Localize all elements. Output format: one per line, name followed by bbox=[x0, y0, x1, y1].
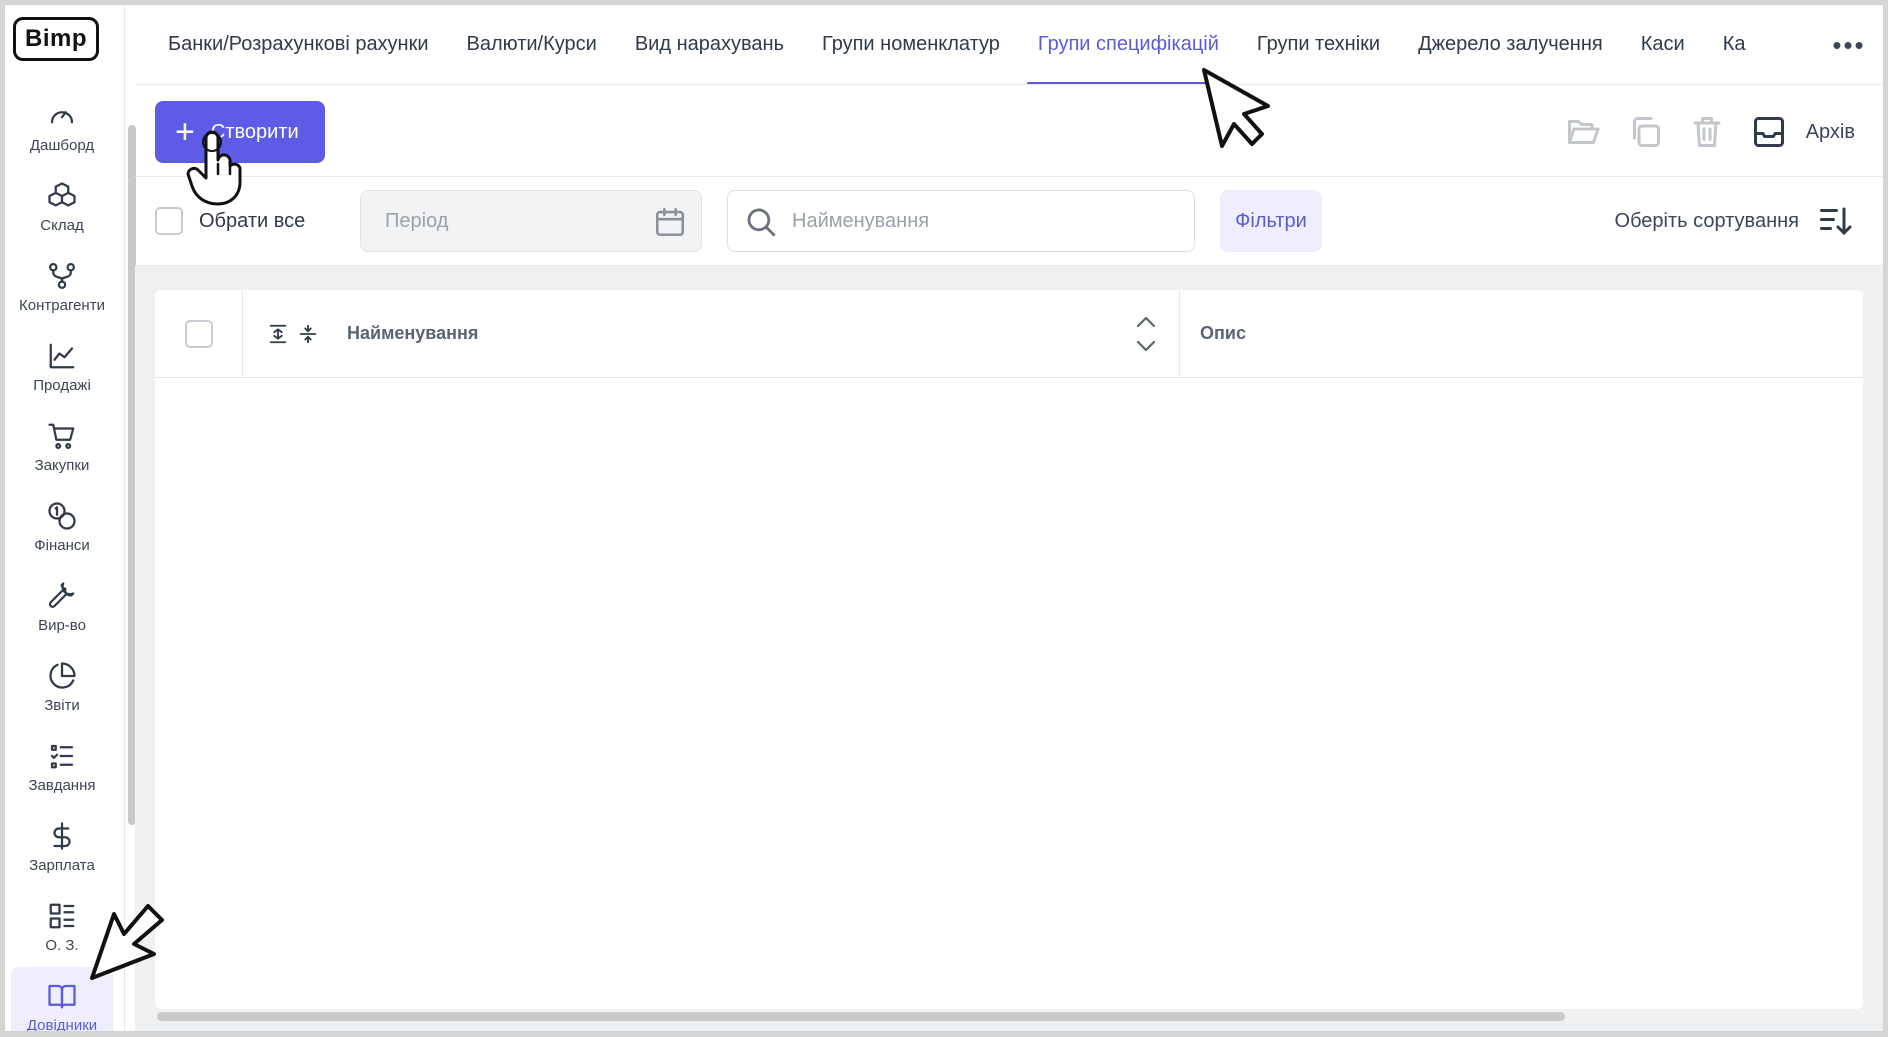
sidebar-item-warehouse[interactable]: Склад bbox=[11, 167, 113, 247]
sidebar-item-label: Вир-во bbox=[38, 616, 86, 634]
sidebar-item-purchases[interactable]: Закупки bbox=[11, 407, 113, 487]
select-all-checkbox[interactable] bbox=[155, 207, 183, 235]
sort-label: Оберіть сортування bbox=[1614, 209, 1799, 232]
open-folder-button[interactable] bbox=[1552, 101, 1614, 163]
dollar-icon bbox=[53, 821, 71, 850]
filter-bar: Обрати все Період Фільтри Оберіть сортув… bbox=[135, 177, 1883, 265]
header-checkbox-cell bbox=[155, 290, 243, 377]
sidebar-item-tasks[interactable]: Завдання bbox=[11, 727, 113, 807]
search-box[interactable] bbox=[727, 190, 1195, 252]
archive-label[interactable]: Архів bbox=[1806, 121, 1855, 144]
sidebar-item-label: Зарплата bbox=[29, 856, 95, 874]
copy-button[interactable] bbox=[1614, 101, 1676, 163]
horizontal-scrollbar[interactable] bbox=[157, 1012, 1565, 1021]
delete-button[interactable] bbox=[1676, 101, 1738, 163]
table-header: Найменування Опис bbox=[155, 290, 1863, 378]
sidebar-item-directories[interactable]: Довідники bbox=[11, 967, 113, 1032]
boxes-icon bbox=[48, 181, 76, 206]
toolbar-actions: Архів bbox=[1552, 101, 1855, 163]
search-input[interactable] bbox=[792, 201, 1172, 241]
inbox-icon bbox=[1753, 117, 1784, 147]
sort-toggle[interactable] bbox=[1133, 312, 1159, 356]
line-chart-icon bbox=[49, 343, 75, 368]
grid-list-icon bbox=[49, 903, 75, 928]
book-icon bbox=[48, 984, 76, 1008]
sort-up-down-icon bbox=[1136, 316, 1156, 352]
column-header-name[interactable]: Найменування bbox=[243, 290, 1180, 377]
sort-descending-icon bbox=[1820, 207, 1852, 236]
expand-collapse-controls bbox=[267, 323, 327, 345]
checklist-icon bbox=[50, 744, 74, 768]
sidebar-item-fixed-assets[interactable]: О. З. bbox=[11, 887, 113, 967]
tab-nomenclature-groups[interactable]: Групи номенклатур bbox=[803, 5, 1019, 84]
tab-banks[interactable]: Банки/Розрахункові рахунки bbox=[149, 5, 448, 84]
sidebar-item-label: Довідники bbox=[26, 1016, 98, 1032]
tab-currencies[interactable]: Валюти/Курси bbox=[448, 5, 616, 84]
sidebar-item-label: Звіти bbox=[44, 696, 80, 714]
bimp-logo[interactable]: Bimp bbox=[13, 17, 99, 61]
pie-chart-icon bbox=[49, 661, 76, 689]
column-header-description[interactable]: Опис bbox=[1180, 290, 1863, 377]
collapse-all-icon[interactable] bbox=[297, 323, 319, 345]
calendar-icon[interactable] bbox=[653, 205, 687, 239]
tab-acquisition-source[interactable]: Джерело залучення bbox=[1399, 5, 1622, 84]
sidebar-item-label: Дашборд bbox=[29, 136, 95, 154]
sidebar-item-label: Фінанси bbox=[34, 536, 90, 554]
tab-cash-desks[interactable]: Каси bbox=[1622, 5, 1704, 84]
sidebar-item-finance[interactable]: Фінанси bbox=[11, 487, 113, 567]
header-select-checkbox[interactable] bbox=[184, 319, 213, 348]
sidebar-nav: Дашборд Склад Контрагенти Продажі Закупк… bbox=[5, 87, 119, 1032]
filters-button[interactable]: Фільтри bbox=[1220, 190, 1322, 252]
content-area: Найменування Опис bbox=[135, 265, 1883, 1031]
create-button-label: Створити bbox=[210, 120, 299, 143]
app-window: Bimp Дашборд Склад Контрагенти Продажі З… bbox=[4, 4, 1884, 1032]
main-area: Банки/Розрахункові рахунки Валюти/Курси … bbox=[135, 5, 1883, 1031]
create-button[interactable]: + Створити bbox=[155, 101, 325, 163]
search-icon bbox=[747, 208, 776, 237]
cart-icon bbox=[48, 423, 75, 449]
copy-icon bbox=[1632, 117, 1660, 147]
tab-bar: Банки/Розрахункові рахунки Валюти/Курси … bbox=[135, 5, 1883, 85]
sidebar-item-label: Склад bbox=[40, 216, 84, 234]
wrench-icon bbox=[48, 581, 75, 608]
sidebar-item-sales[interactable]: Продажі bbox=[11, 327, 113, 407]
sidebar-item-salary[interactable]: Зарплата bbox=[11, 807, 113, 887]
plus-icon: + bbox=[175, 113, 195, 151]
data-table: Найменування Опис bbox=[155, 290, 1863, 1009]
sidebar-item-contractors[interactable]: Контрагенти bbox=[11, 247, 113, 327]
tab-accrual-types[interactable]: Вид нарахувань bbox=[616, 5, 803, 84]
select-all-control[interactable]: Обрати все bbox=[155, 207, 305, 235]
sidebar-item-label: Продажі bbox=[33, 376, 91, 394]
column-description-label: Опис bbox=[1200, 323, 1246, 343]
network-icon bbox=[49, 262, 75, 289]
period-picker[interactable]: Період bbox=[360, 190, 702, 252]
more-tabs-button[interactable]: ••• bbox=[1829, 27, 1869, 63]
sidebar-item-reports[interactable]: Звіти bbox=[11, 647, 113, 727]
trash-icon bbox=[1693, 117, 1721, 147]
sidebar-item-label: О. З. bbox=[45, 936, 79, 954]
archive-button[interactable] bbox=[1738, 101, 1800, 163]
sidebar-item-dashboard[interactable]: Дашборд bbox=[11, 87, 113, 167]
tab-specification-groups[interactable]: Групи специфікацій bbox=[1019, 5, 1238, 84]
sidebar: Bimp Дашборд Склад Контрагенти Продажі З… bbox=[5, 5, 125, 1031]
sidebar-item-label: Контрагенти bbox=[19, 296, 105, 314]
tab-equipment-groups[interactable]: Групи техніки bbox=[1238, 5, 1399, 84]
sidebar-item-production[interactable]: Вир-во bbox=[11, 567, 113, 647]
sidebar-item-label: Закупки bbox=[34, 456, 90, 474]
toolbar: + Створити Архів bbox=[135, 85, 1883, 177]
period-placeholder: Період bbox=[385, 209, 449, 232]
gauge-icon bbox=[50, 110, 74, 123]
expand-all-icon[interactable] bbox=[267, 323, 289, 345]
sort-selector[interactable]: Оберіть сортування bbox=[1615, 190, 1853, 252]
tab-truncated[interactable]: Ка bbox=[1704, 5, 1765, 84]
select-all-label: Обрати все bbox=[199, 209, 306, 232]
column-name-label: Найменування bbox=[347, 323, 479, 343]
folder-open-icon bbox=[1567, 120, 1600, 144]
coins-icon bbox=[48, 501, 76, 530]
sidebar-item-label: Завдання bbox=[28, 776, 96, 794]
